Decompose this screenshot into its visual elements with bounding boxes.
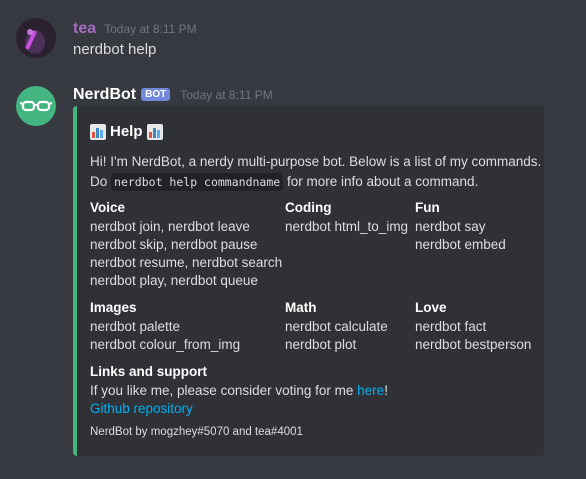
vote-suffix: ! (384, 383, 388, 398)
field-name: Links and support (90, 364, 208, 379)
avatar-tea[interactable] (16, 18, 56, 58)
description-line-2: Do nerdbot help commandname for more inf… (90, 172, 541, 192)
field-coding: Coding nerdbot html_to_img (285, 199, 408, 236)
field-fun: Fun nerdbot say nerdbot embed (415, 199, 506, 254)
description-do: Do (90, 174, 108, 189)
field-images: Images nerdbot palette nerdbot colour_fr… (90, 299, 240, 354)
field-line: nerdbot palette (90, 319, 181, 334)
field-voice: Voice nerdbot join, nerdbot leave nerdbo… (90, 199, 282, 290)
embed-footer: NerdBot by mogzhey#5070 and tea#4001 (90, 426, 303, 438)
field-line: nerdbot calculate (285, 319, 388, 334)
bot-badge: BOT (141, 88, 171, 101)
timestamp: Today at 8:11 PM (180, 88, 273, 102)
field-line: nerdbot resume, nerdbot search (90, 255, 283, 270)
author-name[interactable]: NerdBot (73, 86, 136, 104)
help-embed: Help Hi! I'm NerdBot, a nerdy multi-purp… (73, 106, 544, 456)
avatar-nerdbot[interactable] (16, 86, 56, 126)
tea-avatar-image (16, 18, 56, 58)
embed-description: Hi! I'm NerdBot, a nerdy multi-purpose b… (90, 152, 541, 192)
bar-chart-icon (146, 123, 163, 140)
field-line: nerdbot plot (285, 337, 357, 352)
message-content: nerdbot help (73, 41, 157, 58)
field-line: nerdbot fact (415, 319, 487, 334)
vote-line: If you like me, please consider voting f… (90, 382, 388, 400)
field-links: Links and support If you like me, please… (90, 363, 388, 418)
field-love: Love nerdbot fact nerdbot bestperson (415, 299, 531, 354)
field-line: nerdbot say (415, 219, 486, 234)
description-after: for more info about a command. (286, 174, 479, 189)
timestamp: Today at 8:11 PM (104, 22, 197, 36)
field-name: Math (285, 300, 317, 315)
vote-text: If you like me, please consider voting f… (90, 383, 354, 398)
field-line: nerdbot colour_from_img (90, 337, 241, 352)
field-name: Fun (415, 200, 440, 215)
inline-code: nerdbot help commandname (111, 173, 284, 191)
field-line: nerdbot bestperson (415, 337, 532, 352)
field-name: Coding (285, 200, 332, 215)
field-name: Voice (90, 200, 126, 215)
field-line: nerdbot embed (415, 237, 506, 252)
message-header: NerdBot BOT Today at 8:11 PM (73, 86, 273, 104)
author-name[interactable]: tea (73, 20, 96, 38)
embed-title: Help (90, 123, 163, 140)
field-math: Math nerdbot calculate nerdbot plot (285, 299, 388, 354)
field-line: nerdbot join, nerdbot leave (90, 219, 250, 234)
field-line: nerdbot skip, nerdbot pause (90, 237, 258, 252)
field-line: nerdbot play, nerdbot queue (90, 273, 258, 288)
vote-link[interactable]: here (357, 383, 384, 398)
bar-chart-icon (90, 123, 106, 140)
field-name: Love (415, 300, 447, 315)
field-line: nerdbot html_to_img (285, 219, 409, 234)
embed-title-text: Help (110, 123, 143, 140)
glasses-icon (19, 100, 53, 112)
description-line-1: Hi! I'm NerdBot, a nerdy multi-purpose b… (90, 154, 542, 169)
message-header: tea Today at 8:11 PM (73, 20, 197, 38)
field-name: Images (90, 300, 137, 315)
github-link[interactable]: Github repository (90, 400, 388, 418)
